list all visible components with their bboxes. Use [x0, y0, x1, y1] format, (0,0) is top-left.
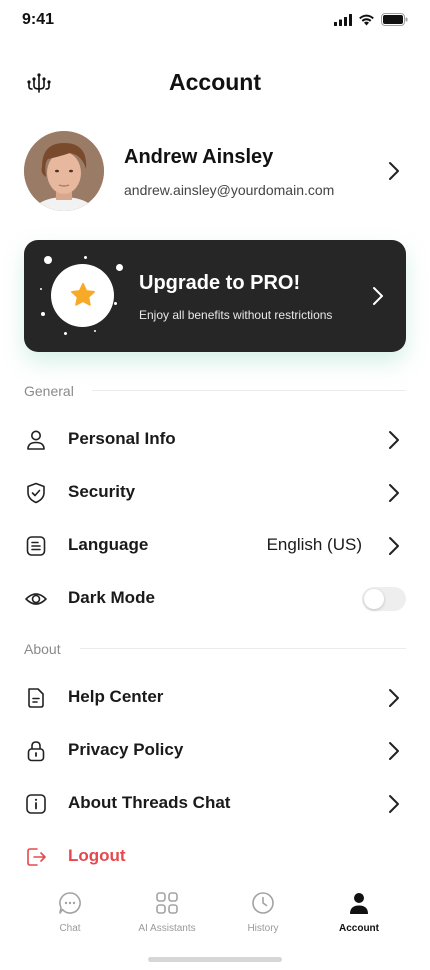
status-bar: 9:41 [0, 0, 430, 44]
tab-bar: Chat AI Assistants History Account [0, 885, 430, 945]
profile-card[interactable]: Andrew Ainsley andrew.ainsley@yourdomain… [24, 131, 406, 213]
decor-dot [116, 264, 123, 271]
battery-icon [381, 13, 408, 26]
logout-icon [27, 848, 46, 866]
shield-icon [27, 482, 45, 504]
header: Account [0, 62, 430, 106]
divider [80, 648, 406, 649]
info-icon [26, 794, 46, 814]
tab-label: History [247, 923, 279, 934]
tab-ai-assistants[interactable]: AI Assistants [119, 885, 215, 941]
lock-icon [27, 741, 45, 762]
tab-label: Account [339, 923, 379, 934]
language-value: English (US) [266, 535, 362, 554]
document-icon [26, 536, 46, 556]
page-title: Account [169, 69, 261, 95]
pro-title: Upgrade to PRO! [139, 272, 301, 294]
menu-item-security[interactable]: Security [24, 471, 406, 515]
tab-label: AI Assistants [138, 923, 196, 934]
menu-item-privacy-policy[interactable]: Privacy Policy [24, 729, 406, 773]
tab-label: Chat [59, 923, 81, 934]
logout-button[interactable]: Logout [24, 835, 406, 879]
avatar-photo [24, 131, 104, 211]
account-icon [350, 893, 368, 914]
clock-icon [252, 892, 274, 914]
chevron-right-icon [373, 287, 383, 305]
toggle-knob [364, 589, 384, 609]
home-indicator [148, 957, 282, 962]
tab-history[interactable]: History [215, 885, 311, 941]
tab-account[interactable]: Account [311, 885, 407, 941]
section-label-general: General [24, 383, 74, 399]
chevron-right-icon [389, 689, 399, 707]
menu-label: About Threads Chat [68, 793, 231, 812]
section-label-about: About [24, 641, 61, 657]
logout-label: Logout [68, 846, 126, 865]
profile-name: Andrew Ainsley [124, 146, 274, 168]
menu-item-help-center[interactable]: Help Center [24, 676, 406, 720]
pro-subtitle: Enjoy all benefits without restrictions [139, 308, 333, 322]
menu-item-about-threads-chat[interactable]: About Threads Chat [24, 782, 406, 826]
chevron-right-icon [389, 742, 399, 760]
status-time: 9:41 [22, 11, 55, 28]
menu-item-language[interactable]: Language English (US) [24, 524, 406, 568]
decor-dot [44, 256, 52, 264]
menu-label: Help Center [68, 687, 164, 706]
chat-icon [59, 892, 81, 914]
divider [92, 390, 406, 391]
upgrade-pro-card[interactable]: Upgrade to PRO! Enjoy all benefits witho… [24, 240, 406, 352]
menu-item-personal-info[interactable]: Personal Info [24, 418, 406, 462]
chevron-right-icon [389, 162, 399, 180]
status-icons [334, 13, 408, 26]
decor-dot [114, 302, 117, 305]
eye-icon [25, 593, 47, 605]
chevron-right-icon [389, 431, 399, 449]
menu-item-dark-mode: Dark Mode [24, 577, 406, 621]
user-icon [27, 430, 45, 450]
signal-icon [334, 13, 352, 26]
dark-mode-toggle[interactable] [362, 587, 406, 611]
decor-dot [94, 330, 96, 332]
menu-label: Dark Mode [68, 588, 155, 607]
wifi-icon [359, 14, 374, 25]
decor-dot [41, 312, 45, 316]
decor-dot [64, 332, 67, 335]
tab-chat[interactable]: Chat [22, 885, 118, 941]
star-icon [70, 282, 95, 306]
grid-icon [156, 892, 178, 914]
menu-label: Privacy Policy [68, 740, 184, 759]
help-document-icon [28, 688, 44, 708]
decor-dot [84, 256, 87, 259]
pro-badge [51, 264, 114, 327]
decor-dot [40, 288, 42, 290]
avatar [24, 131, 104, 211]
menu-label: Language [68, 535, 149, 554]
menu-label: Personal Info [68, 429, 176, 448]
menu-label: Security [68, 482, 136, 501]
chevron-right-icon [389, 484, 399, 502]
chevron-right-icon [389, 537, 399, 555]
profile-email: andrew.ainsley@yourdomain.com [124, 182, 335, 198]
chevron-right-icon [389, 795, 399, 813]
